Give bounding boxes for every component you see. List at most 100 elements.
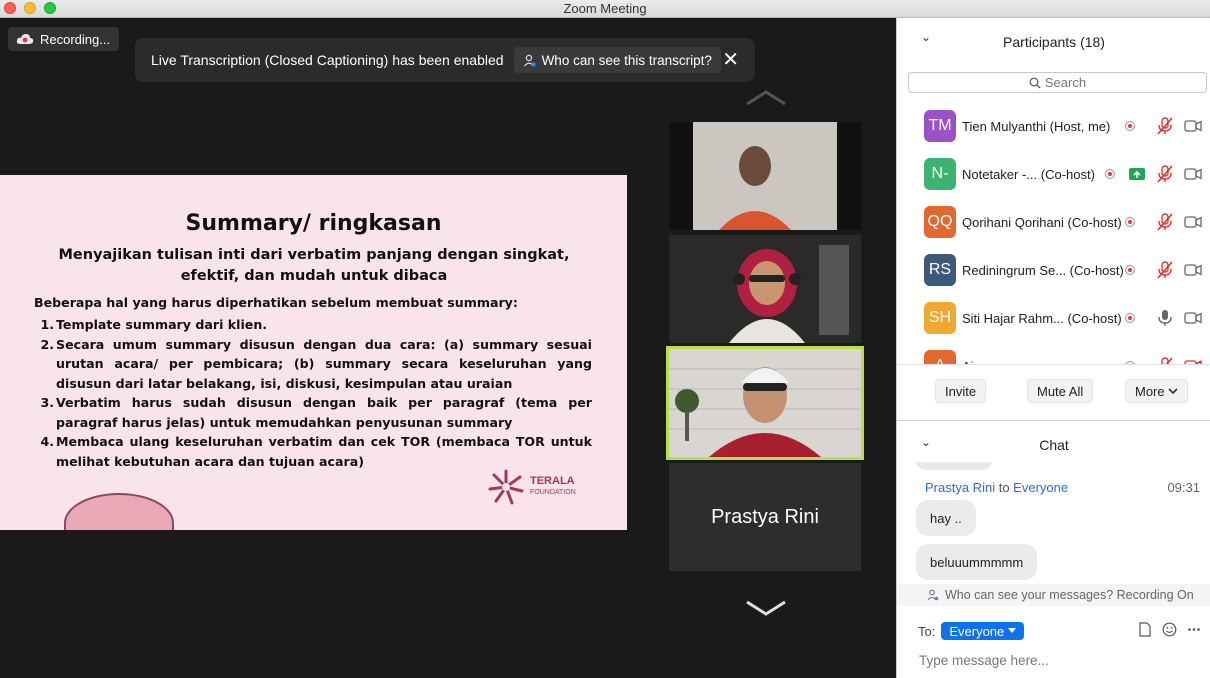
terala-logo: TERALA FOUNDATION (486, 467, 576, 507)
logo-name: TERALA (530, 475, 575, 487)
slide-lead: Beberapa hal yang harus diperhatikan seb… (34, 295, 518, 310)
active-speaker-tile[interactable] (666, 346, 864, 460)
slide-list-item: 4. Membaca ulang keseluruhan verbatim dan… (34, 432, 592, 471)
recording-status-icon (1125, 265, 1135, 275)
caret-down-icon (1008, 628, 1017, 633)
person-icon (523, 54, 536, 66)
participant-name: Qorihani Qorihani (Co-host) (962, 214, 1122, 230)
more-label: More (1135, 383, 1165, 399)
participants-title: Participants (18) (1003, 34, 1105, 50)
invite-button[interactable]: Invite (935, 379, 987, 403)
emoji-icon[interactable] (1162, 622, 1177, 637)
message-meta: Prastya Rini to Everyone (925, 480, 1068, 495)
participant-row[interactable]: SH Siti Hajar Rahm... (Co-host) (897, 294, 1210, 342)
slide-list-item: 1. Template summary dari klien. (34, 315, 592, 335)
slide-list-item: 2. Secara umum summary disusun dengan dua… (34, 335, 592, 394)
chat-header: ⌄ Chat (897, 420, 1210, 462)
participant-row[interactable]: AAjay (897, 342, 1210, 364)
video-tile[interactable] (669, 235, 861, 343)
recording-label: Recording... (40, 31, 111, 47)
slide-list: 1. Template summary dari klien. 2. Secara … (34, 315, 592, 471)
chevron-down-icon (1168, 388, 1178, 395)
video-camera-icon[interactable] (1179, 216, 1207, 228)
recording-status-icon (1105, 169, 1115, 179)
slide-list-item: 3. Verbatim harus sudah disusun dengan ba… (34, 393, 592, 432)
chevron-up-icon[interactable] (741, 88, 791, 108)
muted-mic-icon[interactable] (1151, 165, 1179, 183)
participant-video (669, 349, 861, 457)
muted-mic-icon[interactable] (1151, 213, 1179, 231)
slide-item-text: Secara umum summary disusun dengan dua c… (56, 336, 592, 391)
recording-status-icon (1125, 217, 1135, 227)
search-placeholder: Search (1044, 75, 1087, 90)
more-button[interactable]: More (1125, 379, 1188, 403)
participants-list: TM Tien Mulyanthi (Host, me) N- Notetaker -… (897, 102, 1210, 364)
recipient-name: Everyone (1013, 480, 1069, 495)
participant-name: Siti Hajar Rahm... (Co-host) (962, 310, 1122, 326)
slide-item-text: Template summary dari klien. (56, 317, 268, 332)
participants-header: ⌄ Participants (18) (897, 18, 1210, 63)
muted-mic-icon[interactable] (1151, 117, 1179, 135)
slide-item-number: 1. (40, 317, 54, 332)
decorative-shape (64, 493, 174, 530)
participant-row[interactable]: QQ Qorihani Qorihani (Co-host) (897, 198, 1210, 246)
recording-indicator[interactable]: Recording... (8, 27, 120, 51)
video-camera-icon[interactable] (1179, 312, 1207, 324)
chat-visibility-note[interactable]: Who can see your messages? Recording On (897, 584, 1210, 606)
to-label: To: (918, 623, 936, 639)
participant-name: Rediningrum Se... (Co-host) (962, 262, 1124, 278)
slide-item-number: 3. (40, 395, 54, 410)
recipient-dropdown[interactable]: Everyone (941, 622, 1025, 640)
avatar: SH (924, 302, 956, 334)
video-camera-icon[interactable] (1179, 264, 1207, 276)
slide-item-text: Membaca ulang keseluruhan verbatim dan c… (56, 434, 592, 469)
chat-message: beluuummmmm (916, 544, 1038, 580)
sender-name[interactable]: Prastya Rini (925, 480, 995, 495)
video-camera-icon[interactable] (1179, 120, 1207, 132)
participant-status-icons (1125, 246, 1210, 294)
recording-status-icon (1125, 121, 1135, 131)
slide-item-number: 2. (40, 336, 54, 352)
participant-row[interactable]: TM Tien Mulyanthi (Host, me) (897, 102, 1210, 150)
slide-item-number: 4. (40, 434, 54, 449)
participant-row[interactable]: N- Notetaker -... (Co-host) (897, 150, 1210, 198)
slide-title: Summary/ ringkasan (185, 211, 442, 236)
file-icon[interactable] (1138, 622, 1152, 637)
more-options-icon[interactable] (1187, 622, 1201, 637)
previous-message-bubble (916, 462, 992, 470)
participant-status-icons (1105, 150, 1210, 198)
banner-message: Live Transcription (Closed Captioning) h… (151, 52, 504, 68)
participant-video (669, 122, 861, 230)
mic-icon[interactable] (1151, 309, 1179, 327)
cloud-recording-icon (16, 34, 34, 44)
slide-item-text: Verbatim harus sudah disusun dengan baik… (56, 395, 592, 430)
shared-slide: Summary/ ringkasan Menyajikan tulisan in… (0, 175, 627, 530)
video-tile[interactable] (669, 122, 861, 230)
transcription-banner: Live Transcription (Closed Captioning) h… (135, 38, 755, 82)
chat-message-input[interactable] (919, 650, 1199, 670)
participant-row[interactable]: RS Rediningrum Se... (Co-host) (897, 246, 1210, 294)
person-icon (927, 589, 939, 601)
search-icon (1029, 77, 1041, 88)
participant-name: Notetaker -... (Co-host) (962, 166, 1095, 182)
chat-recipient-row: To: Everyone (897, 618, 1210, 644)
muted-mic-icon[interactable] (1151, 261, 1179, 279)
chevron-down-icon[interactable] (741, 598, 791, 618)
share-screen-icon (1123, 168, 1151, 180)
participant-name-tile[interactable]: Prastya Rini (669, 463, 861, 571)
participant-status-icons (1125, 294, 1210, 342)
window-title: Zoom Meeting (563, 1, 647, 16)
avatar: N- (924, 158, 956, 190)
title-bar: Zoom Meeting (0, 0, 1210, 18)
avatar: QQ (924, 206, 956, 238)
participant-status-icons (1125, 102, 1210, 150)
participant-search-input[interactable]: Search (908, 72, 1207, 93)
meeting-stage: Recording... Live Transcription (Closed … (0, 18, 896, 678)
muted-mic-icon[interactable] (1151, 357, 1179, 364)
mute-all-button[interactable]: Mute All (1027, 379, 1094, 403)
video-camera-icon[interactable] (1179, 168, 1207, 180)
avatar: RS (924, 254, 956, 286)
participant-name: Tien Mulyanthi (Host, me) (962, 118, 1111, 134)
logo-text: TERALA FOUNDATION (530, 476, 576, 498)
avatar: A (924, 350, 956, 364)
